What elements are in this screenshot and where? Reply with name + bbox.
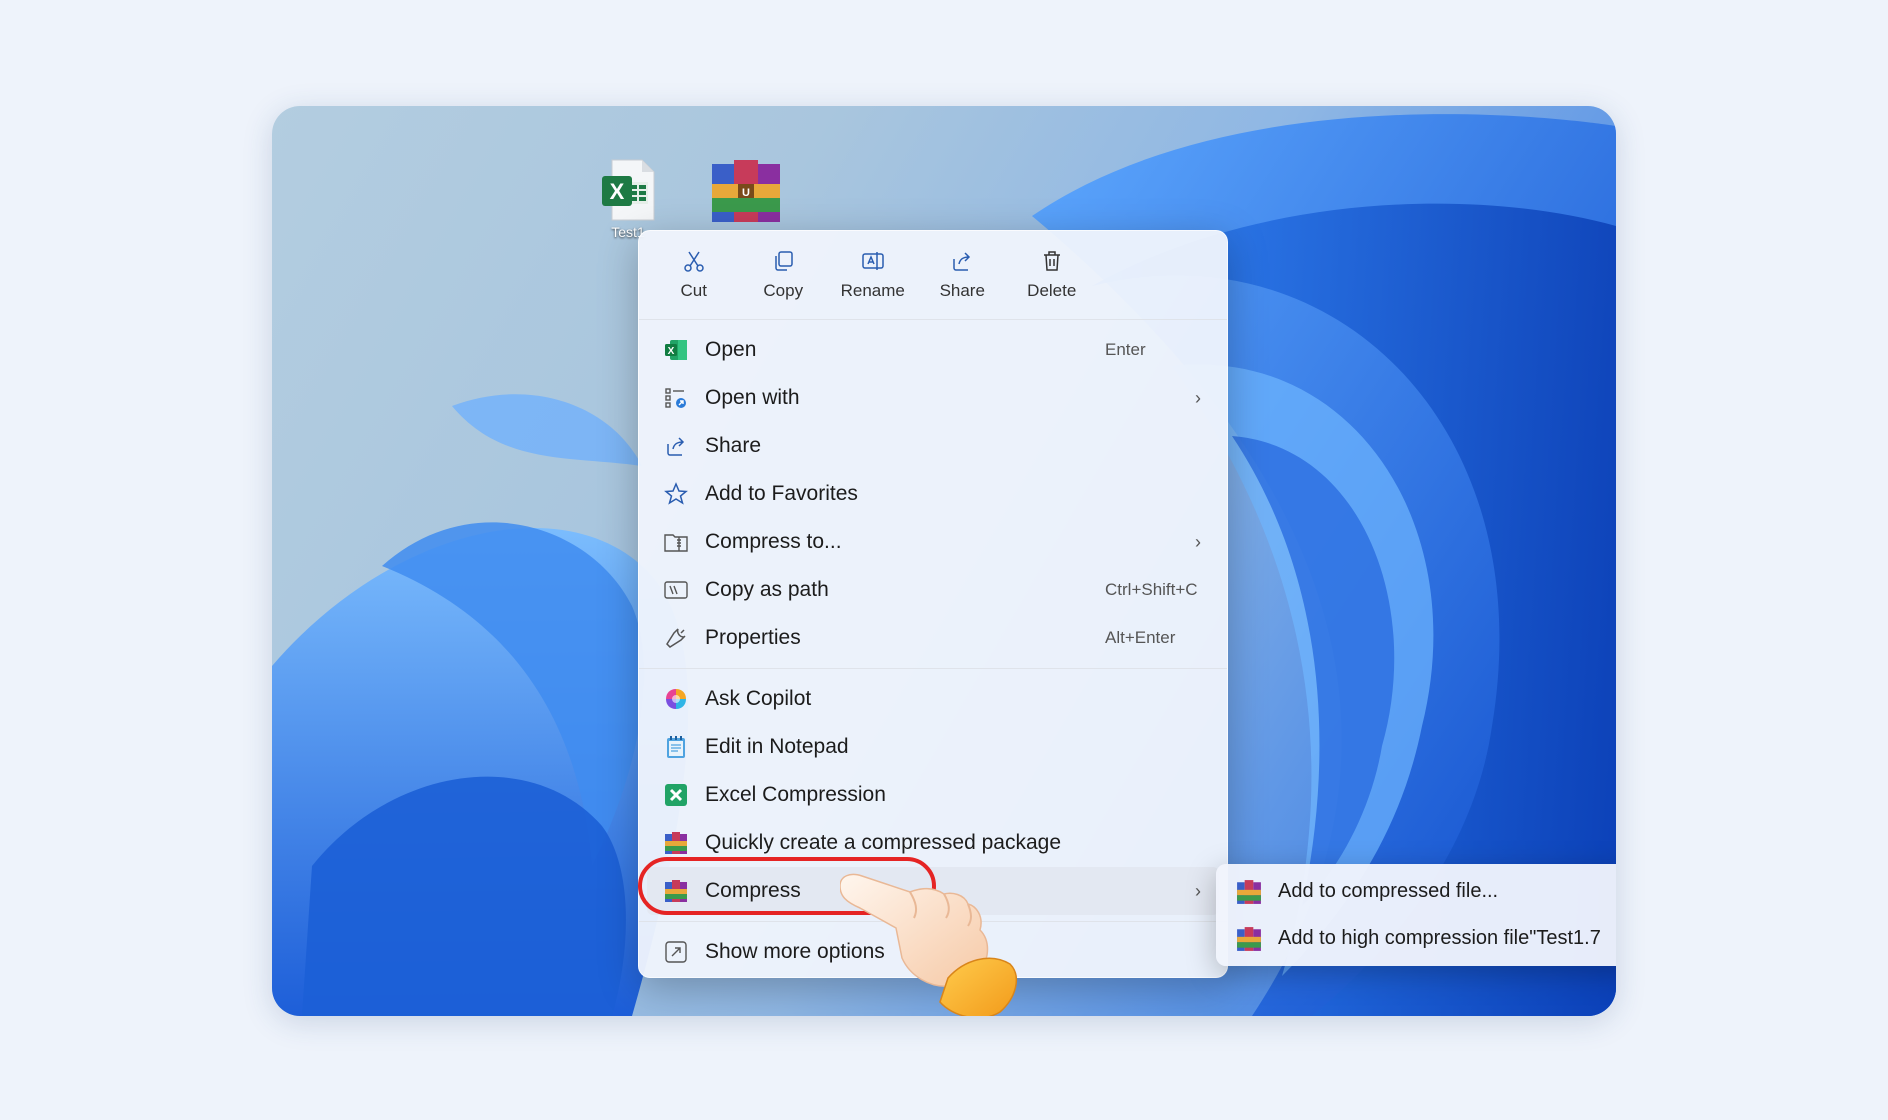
chevron-right-icon: › bbox=[1195, 531, 1201, 552]
menu-item-edit-in-notepad[interactable]: Edit in Notepad bbox=[647, 723, 1219, 771]
menu-item-add-to-favorites[interactable]: Add to Favorites bbox=[647, 470, 1219, 518]
copy-path-icon bbox=[663, 577, 689, 603]
menu-item-copy-as-path[interactable]: Copy as path Ctrl+Shift+C bbox=[647, 566, 1219, 614]
share-icon bbox=[663, 433, 689, 459]
menu-item-label: Compress to... bbox=[705, 530, 842, 553]
rename-label: Rename bbox=[840, 281, 905, 300]
more-options-icon bbox=[663, 939, 689, 965]
compress-folder-icon bbox=[663, 529, 689, 555]
menu-item-label: Excel Compression bbox=[705, 783, 886, 806]
menu-item-compress-to[interactable]: Compress to... › bbox=[647, 518, 1219, 566]
copy-button[interactable]: Copy bbox=[739, 249, 829, 301]
shortcut-label: Enter bbox=[1105, 340, 1146, 359]
winrar-icon bbox=[663, 830, 689, 856]
menu-item-label: Edit in Notepad bbox=[705, 735, 849, 758]
svg-text:U: U bbox=[742, 187, 750, 199]
menu-item-open-with[interactable]: Open with › bbox=[647, 374, 1219, 422]
copy-icon bbox=[775, 251, 793, 271]
desktop-screen: X Test1 U Cut Copy Rename Share Delete X… bbox=[272, 106, 1616, 1016]
menu-item-label: Open bbox=[705, 338, 757, 361]
menu-item-label: Properties bbox=[705, 626, 801, 649]
share-button[interactable]: Share bbox=[918, 249, 1008, 301]
delete-button[interactable]: Delete bbox=[1007, 249, 1097, 301]
svg-text:X: X bbox=[668, 346, 675, 357]
trash-icon bbox=[1043, 251, 1060, 271]
share-label: Share bbox=[939, 281, 985, 300]
cut-button[interactable]: Cut bbox=[649, 249, 739, 301]
menu-separator bbox=[639, 668, 1227, 669]
shortcut-label: Alt+Enter bbox=[1105, 628, 1176, 647]
desktop-icon-winrar[interactable]: U bbox=[710, 154, 782, 224]
submenu-item-add-high-compression[interactable]: Add to high compression file"Test1.7 bbox=[1216, 915, 1616, 962]
compress-submenu: Add to compressed file... Add to high co… bbox=[1216, 864, 1616, 966]
excel-icon: X bbox=[663, 337, 689, 363]
pointing-hand-icon bbox=[840, 873, 1018, 1016]
star-icon bbox=[663, 481, 689, 507]
winrar-icon bbox=[1237, 926, 1261, 951]
menu-item-excel-compression[interactable]: Excel Compression bbox=[647, 771, 1219, 819]
menu-item-properties[interactable]: Properties Alt+Enter bbox=[647, 614, 1219, 662]
copy-label: Copy bbox=[763, 281, 804, 300]
scissors-icon bbox=[684, 251, 704, 272]
submenu-item-label: Add to compressed file... bbox=[1278, 880, 1499, 902]
excel-compression-icon bbox=[663, 782, 689, 808]
chevron-right-icon: › bbox=[1195, 880, 1201, 901]
menu-item-label: Add to Favorites bbox=[705, 482, 858, 505]
cut-label: Cut bbox=[680, 281, 707, 300]
winrar-icon bbox=[1237, 879, 1261, 904]
wrench-icon bbox=[663, 625, 689, 651]
menu-item-label: Open with bbox=[705, 386, 800, 409]
menu-item-label: Share bbox=[705, 434, 762, 457]
submenu-item-label: Add to high compression file"Test1.7 bbox=[1278, 927, 1601, 949]
rename-icon bbox=[862, 252, 884, 270]
share-icon bbox=[953, 252, 971, 271]
submenu-item-add-to-compressed-file[interactable]: Add to compressed file... bbox=[1216, 868, 1616, 915]
menu-item-label: Ask Copilot bbox=[705, 687, 812, 710]
menu-item-share[interactable]: Share bbox=[647, 422, 1219, 470]
menu-item-open[interactable]: X Open Enter bbox=[647, 326, 1219, 374]
desktop-icon-excel-file[interactable]: X Test1 bbox=[598, 158, 658, 240]
rename-button[interactable]: Rename bbox=[828, 249, 918, 301]
excel-file-icon: X bbox=[602, 159, 655, 221]
svg-text:X: X bbox=[610, 179, 625, 204]
copilot-icon bbox=[663, 686, 689, 712]
menu-item-label: Quickly create a compressed package bbox=[705, 831, 1062, 854]
context-toolbar: Cut Copy Rename Share Delete bbox=[639, 231, 1227, 320]
chevron-right-icon: › bbox=[1195, 387, 1201, 408]
open-with-icon bbox=[663, 385, 689, 411]
delete-label: Delete bbox=[1027, 281, 1077, 300]
menu-item-ask-copilot[interactable]: Ask Copilot bbox=[647, 675, 1219, 723]
notepad-icon bbox=[663, 734, 689, 760]
winrar-icon: U bbox=[712, 160, 780, 222]
menu-item-label: Copy as path bbox=[705, 578, 829, 601]
shortcut-label: Ctrl+Shift+C bbox=[1105, 580, 1198, 599]
